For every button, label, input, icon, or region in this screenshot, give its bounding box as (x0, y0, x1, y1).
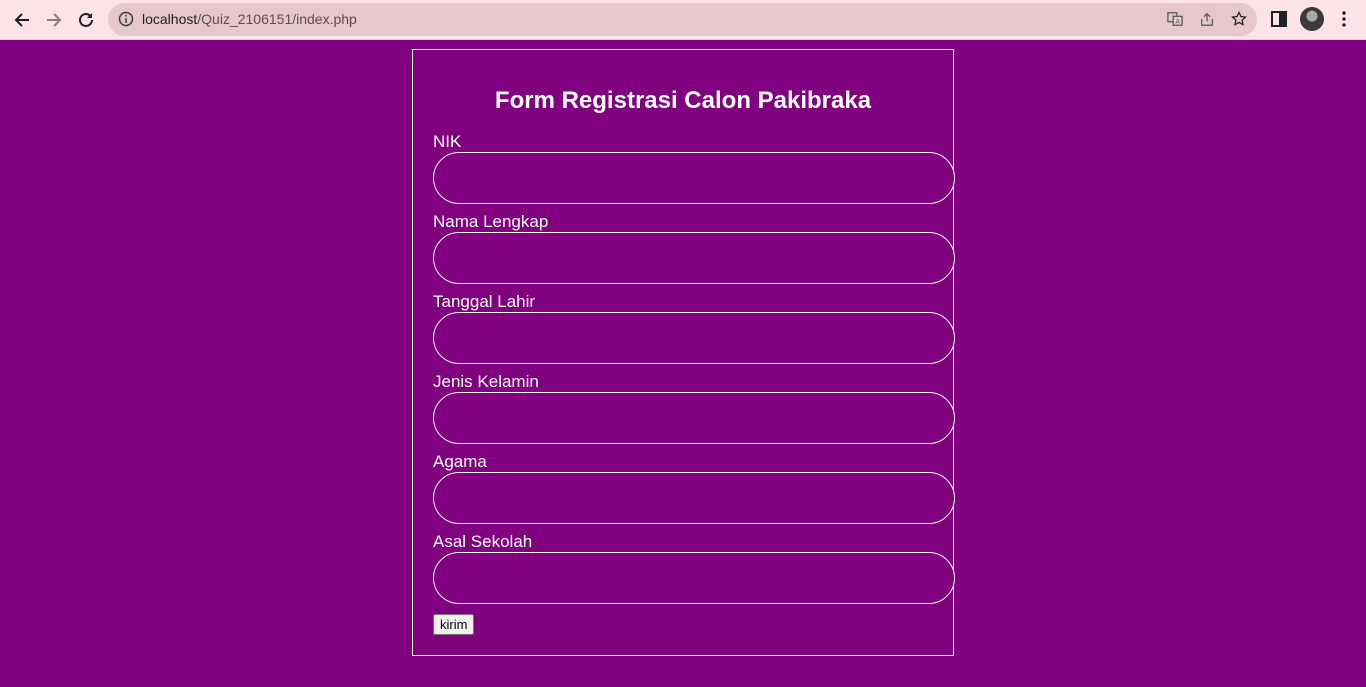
registration-form: Form Registrasi Calon Pakibraka NIK Nama… (412, 49, 955, 656)
share-icon[interactable] (1198, 10, 1216, 28)
forward-arrow-icon (47, 13, 62, 27)
agama-label: Agama (433, 452, 487, 471)
nama-lengkap-input[interactable] (433, 232, 955, 284)
url-path: /Quiz_2106151/index.php (197, 11, 357, 27)
asal-sekolah-input[interactable] (433, 552, 955, 604)
nama-lengkap-label: Nama Lengkap (433, 212, 549, 231)
asal-sekolah-label: Asal Sekolah (433, 532, 533, 551)
reload-icon (79, 12, 93, 27)
agama-input[interactable] (433, 472, 955, 524)
browser-toolbar: localhost/Quiz_2106151/index.php A (0, 0, 1366, 40)
nik-label: NIK (433, 132, 462, 151)
tanggal-lahir-input[interactable] (433, 312, 955, 364)
form-title: Form Registrasi Calon Pakibraka (494, 87, 872, 114)
forward-button[interactable] (40, 6, 68, 34)
nik-input[interactable] (433, 152, 955, 204)
url-host: localhost (142, 11, 198, 27)
back-arrow-icon (14, 13, 29, 27)
avatar[interactable] (1300, 7, 1324, 31)
star-icon[interactable] (1230, 10, 1248, 28)
back-button[interactable] (8, 6, 36, 34)
address-bar[interactable]: localhost/Quiz_2106151/index.php A (108, 3, 1257, 36)
info-icon[interactable] (118, 11, 134, 27)
jenis-kelamin-input[interactable] (433, 392, 955, 444)
submit-button[interactable]: kirim (433, 614, 475, 635)
url-text[interactable]: localhost/Quiz_2106151/index.php (142, 11, 357, 28)
menu-icon[interactable] (1336, 10, 1352, 28)
translate-icon[interactable]: A (1166, 10, 1184, 28)
reload-button[interactable] (72, 6, 100, 34)
jenis-kelamin-label: Jenis Kelamin (433, 372, 539, 391)
tanggal-lahir-label: Tanggal Lahir (433, 292, 536, 311)
svg-text:A: A (1176, 18, 1181, 25)
side-panel-icon[interactable] (1270, 10, 1288, 28)
